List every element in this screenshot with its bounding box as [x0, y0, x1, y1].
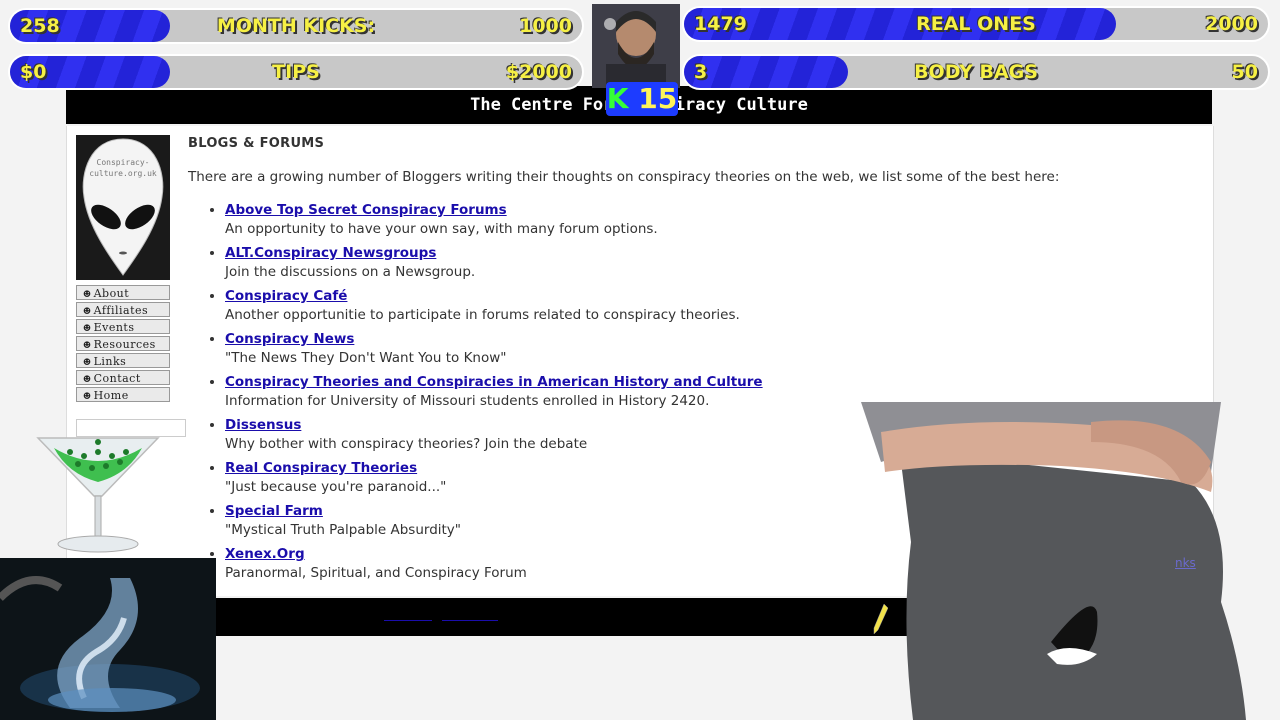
- link-conspiracy-news[interactable]: Conspiracy News: [225, 331, 354, 347]
- link-american-history[interactable]: Conspiracy Theories and Conspiracies in …: [225, 374, 763, 390]
- kick-badge: K 15: [606, 82, 678, 116]
- link-description: An opportunity to have your own say, wit…: [225, 220, 658, 237]
- body-bags-bar: 3 BODY BAGS 50: [682, 54, 1270, 90]
- bar-goal: 2000: [1205, 13, 1258, 35]
- tips-bar: $0 TIPS $2000: [8, 54, 584, 90]
- streamer-webcam: [592, 4, 680, 88]
- kick-count: 15: [638, 82, 678, 115]
- martini-glass-widget: [36, 430, 160, 558]
- nav-contact[interactable]: ☻ Contact: [76, 370, 170, 385]
- link-description: Information for University of Missouri s…: [225, 392, 710, 409]
- link-alt-conspiracy[interactable]: ALT.Conspiracy Newsgroups: [225, 245, 436, 261]
- list-item: Conspiracy Café Another opportunitie to p…: [225, 287, 1188, 324]
- list-item: Conspiracy News "The News They Don't Want…: [225, 330, 1188, 367]
- bar-label: BODY BAGS: [914, 61, 1038, 83]
- bar-goal: 50: [1231, 61, 1258, 83]
- month-kicks-bar: 258 MONTH KICKS: 1000: [8, 8, 584, 44]
- side-nav: ☻ About ☻ Affiliates ☻ Events ☻ Resources ☻ L…: [76, 285, 170, 404]
- link-description: Why bother with conspiracy theories? Joi…: [225, 435, 588, 452]
- link-dissensus[interactable]: Dissensus: [225, 417, 301, 433]
- link-description: Paranormal, Spiritual, and Conspiracy Fo…: [225, 564, 527, 581]
- bar-label: MONTH KICKS:: [216, 15, 376, 37]
- bar-goal: 1000: [519, 15, 572, 37]
- link-description: "The News They Don't Want You to Know": [225, 349, 507, 366]
- list-item: Above Top Secret Conspiracy Forums An opp…: [225, 201, 1188, 238]
- pencil-icon: [873, 604, 888, 635]
- link-description: Another opportunitie to participate in f…: [225, 306, 740, 323]
- partial-link[interactable]: nks: [1175, 556, 1196, 570]
- link-real-conspiracy[interactable]: Real Conspiracy Theories: [225, 460, 417, 476]
- streamer-face-icon: [592, 4, 680, 88]
- link-conspiracy-cafe[interactable]: Conspiracy Café: [225, 288, 347, 304]
- nav-about[interactable]: ☻ About: [76, 285, 170, 300]
- bar-label: TIPS: [272, 61, 320, 83]
- footer-link[interactable]: [384, 618, 432, 621]
- bong-image-icon: [0, 558, 216, 720]
- link-special-farm[interactable]: Special Farm: [225, 503, 323, 519]
- bar-label: REAL ONES: [916, 13, 1036, 35]
- martini-glass-icon: [36, 437, 160, 553]
- section-heading: BLOGS & FORUMS: [188, 136, 325, 151]
- link-description: "Mystical Truth Palpable Absurdity": [225, 521, 462, 538]
- real-ones-bar: 1479 REAL ONES 2000: [682, 6, 1270, 42]
- alien-logo[interactable]: Conspiracy-culture.org.uk: [76, 135, 170, 280]
- nav-links[interactable]: ☻ Links: [76, 353, 170, 368]
- nav-affiliates[interactable]: ☻ Affiliates: [76, 302, 170, 317]
- bong-webcam: [0, 558, 216, 720]
- link-description: "Just because you're paranoid...": [225, 478, 447, 495]
- logo-text: Conspiracy-culture.org.uk: [89, 158, 157, 178]
- list-item: ALT.Conspiracy Newsgroups Join the discus…: [225, 244, 1188, 281]
- link-xenex[interactable]: Xenex.Org: [225, 546, 305, 562]
- footer-link[interactable]: [442, 618, 498, 621]
- link-description: Join the discussions on a Newsgroup.: [225, 263, 476, 280]
- kick-letter: K: [606, 82, 629, 115]
- nav-resources[interactable]: ☻ Resources: [76, 336, 170, 351]
- link-above-top-secret[interactable]: Above Top Secret Conspiracy Forums: [225, 202, 507, 218]
- bar-goal: $2000: [505, 61, 572, 83]
- nav-events[interactable]: ☻ Events: [76, 319, 170, 334]
- intro-text: There are a growing number of Bloggers w…: [188, 169, 1060, 185]
- nav-home[interactable]: ☻ Home: [76, 387, 170, 402]
